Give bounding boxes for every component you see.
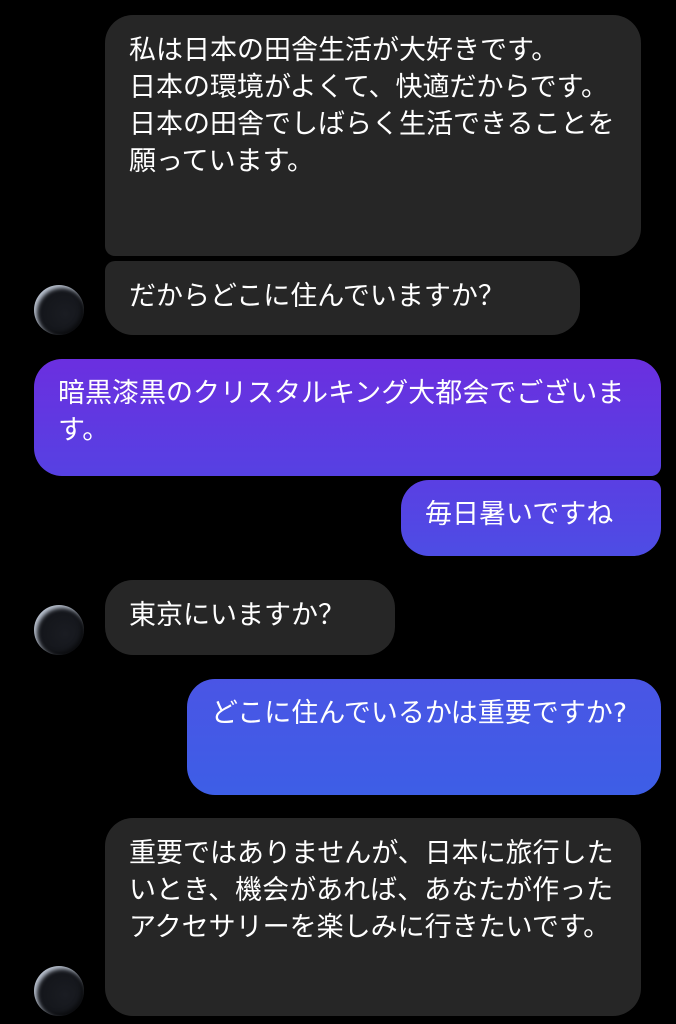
message-bubble-outgoing[interactable]: 毎日暑いですね xyxy=(401,480,661,556)
message-bubble-outgoing[interactable]: どこに住んでいるかは重要ですか? xyxy=(187,679,661,795)
message-bubble-incoming[interactable]: 重要ではありませんが、日本に旅行したいとき、機会があれば、あなたが作ったアクセサ… xyxy=(105,818,641,1016)
message-bubble-incoming[interactable]: だからどこに住んでいますか？ xyxy=(105,261,580,335)
contact-avatar[interactable] xyxy=(34,605,84,655)
message-bubble-incoming[interactable]: 東京にいますか？ xyxy=(105,580,395,655)
message-thread: 私は日本の田舎生活が大好きです。 日本の環境がよくて、快適だからです。 日本の田… xyxy=(0,0,676,1024)
message-bubble-incoming[interactable]: 私は日本の田舎生活が大好きです。 日本の環境がよくて、快適だからです。 日本の田… xyxy=(105,15,641,256)
contact-avatar[interactable] xyxy=(34,966,84,1016)
message-bubble-outgoing[interactable]: 暗黒漆黒のクリスタルキング大都会でございます。 xyxy=(34,359,661,476)
contact-avatar[interactable] xyxy=(34,285,84,335)
